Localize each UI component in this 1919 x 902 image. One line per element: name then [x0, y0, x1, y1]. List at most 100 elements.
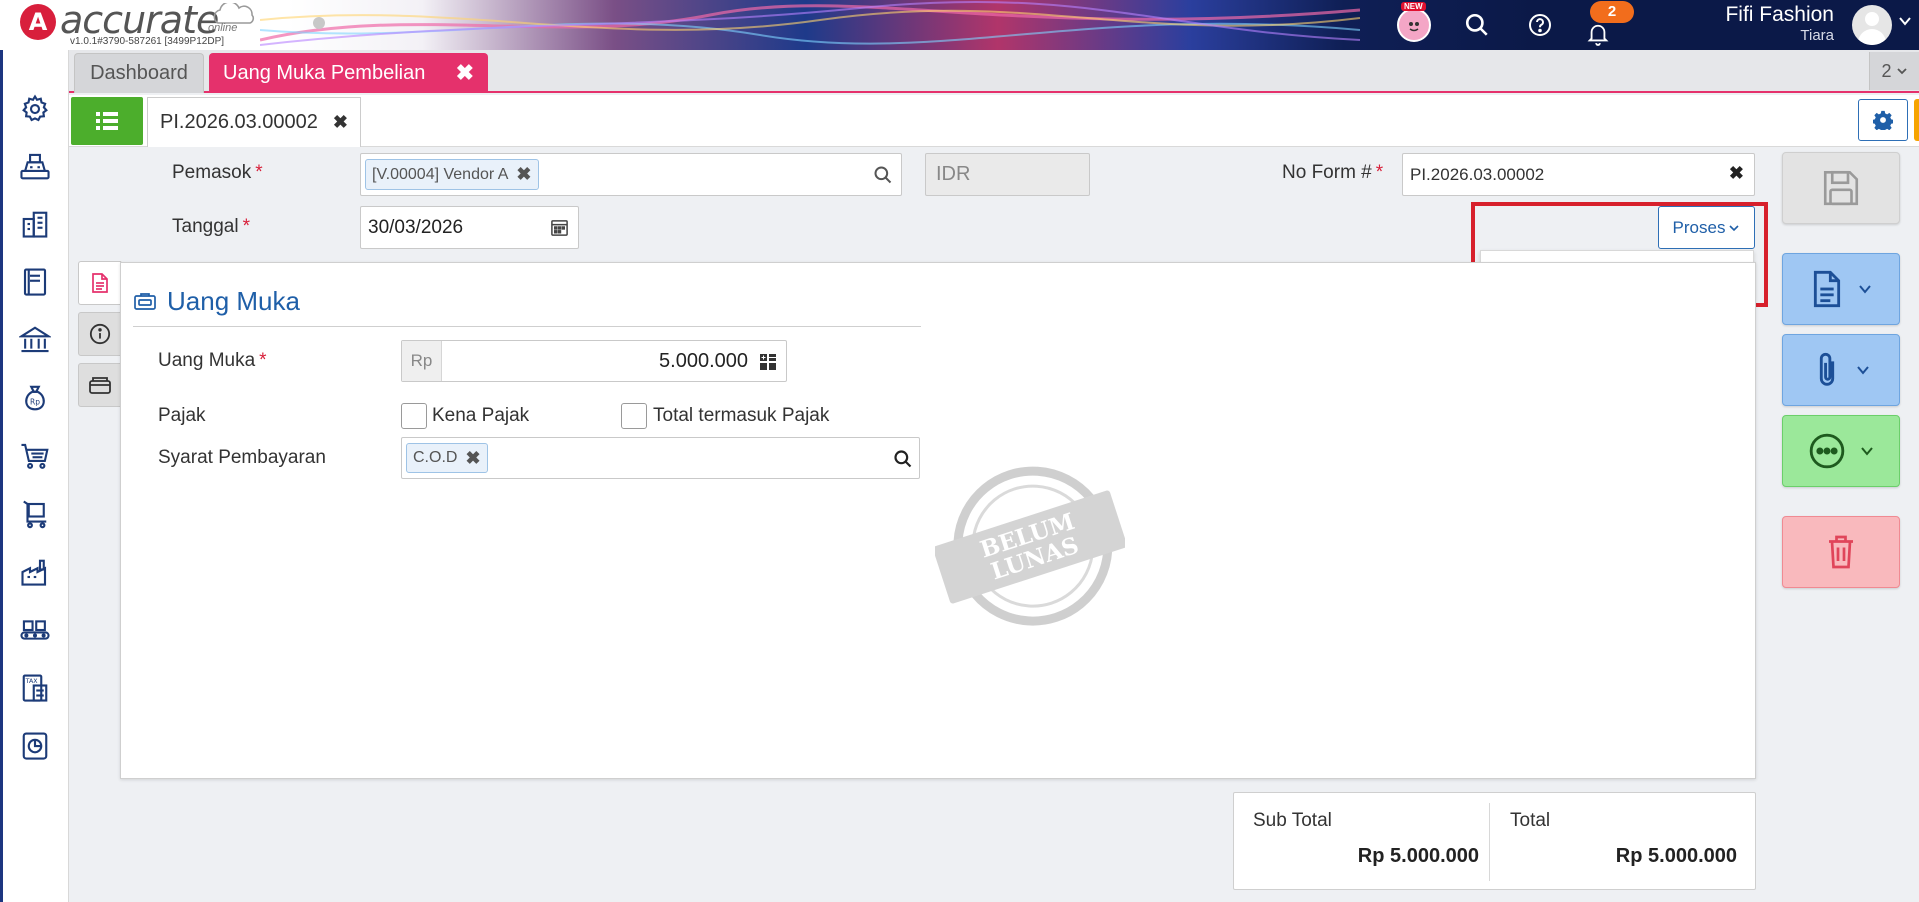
- list-view-button[interactable]: [71, 97, 143, 145]
- remove-syarat-icon[interactable]: ✖: [465, 448, 480, 469]
- app-name: accurate: [60, 0, 219, 42]
- gear-icon: [1873, 110, 1893, 130]
- document-icon: [92, 273, 108, 293]
- totals-divider: [1489, 803, 1490, 881]
- avatar[interactable]: [1852, 5, 1892, 45]
- currency-field: IDR: [925, 153, 1090, 196]
- tanggal-field[interactable]: 30/03/2026: [360, 206, 579, 249]
- tab-close-icon[interactable]: ✖: [456, 60, 474, 86]
- totals-panel: Sub Total Rp 5.000.000 Total Rp 5.000.00…: [1233, 792, 1756, 890]
- pemasok-field[interactable]: [V.00004] Vendor A ✖: [360, 153, 902, 196]
- accurate-logo-mark: A: [20, 4, 56, 40]
- factory-icon[interactable]: [17, 554, 53, 590]
- more-icon: [1809, 433, 1845, 469]
- no-form-label: No Form # *: [1282, 162, 1384, 183]
- svg-text:Rp: Rp: [30, 397, 40, 406]
- header-wave-decoration: [260, 0, 1360, 46]
- search-icon[interactable]: [893, 449, 913, 469]
- belum-lunas-stamp: BELUM LUNAS: [935, 466, 1125, 626]
- attachment-button[interactable]: [1782, 334, 1900, 406]
- pemasok-chip: [V.00004] Vendor A ✖: [365, 159, 539, 190]
- tab-document-details[interactable]: [78, 261, 122, 305]
- conveyor-icon[interactable]: [17, 612, 53, 648]
- tax-document-icon[interactable]: TAX: [17, 670, 53, 706]
- card-stack-icon: [89, 377, 111, 394]
- tips-button[interactable]: [1914, 99, 1919, 141]
- tab-active-label: Uang Muka Pembelian: [223, 61, 426, 84]
- total-termasuk-pajak-checkbox[interactable]: [621, 403, 647, 429]
- search-icon[interactable]: [1460, 8, 1494, 42]
- document-tab[interactable]: PI.2026.03.00002 ✖: [147, 97, 361, 147]
- settings-gear-icon[interactable]: [17, 91, 53, 127]
- total-label: Total: [1510, 810, 1551, 831]
- trash-icon: [1829, 535, 1853, 569]
- cart-box-icon[interactable]: [17, 496, 53, 532]
- section-divider: [133, 326, 921, 327]
- total-value: Rp 5.000.000: [1615, 845, 1737, 867]
- form-settings-button[interactable]: [1858, 99, 1908, 141]
- document-tab-label: PI.2026.03.00002: [160, 111, 318, 133]
- open-tabs-counter[interactable]: 2: [1869, 52, 1919, 90]
- info-icon: [89, 323, 111, 345]
- down-payment-icon: [134, 292, 156, 310]
- document-close-icon[interactable]: ✖: [333, 112, 348, 133]
- section-header: Uang Muka: [133, 286, 300, 317]
- save-button[interactable]: [1782, 152, 1900, 224]
- calendar-icon[interactable]: [550, 218, 569, 237]
- pajak-label: Pajak: [158, 405, 206, 426]
- total-termasuk-pajak-label: Total termasuk Pajak: [653, 405, 830, 426]
- chevron-down-icon: [1896, 68, 1907, 75]
- user-name: Tiara: [1800, 27, 1834, 44]
- delete-button[interactable]: [1782, 516, 1900, 588]
- kena-pajak-checkbox[interactable]: [401, 403, 427, 429]
- building-icon[interactable]: [17, 206, 53, 242]
- cash-register-icon[interactable]: [17, 148, 53, 184]
- currency-prefix: Rp: [402, 341, 442, 381]
- company-name[interactable]: Fifi Fashion: [1725, 3, 1834, 27]
- new-tag: NEW: [1401, 2, 1426, 11]
- tab-dashboard[interactable]: Dashboard: [74, 53, 204, 93]
- tab-uang-muka-pembelian[interactable]: Uang Muka Pembelian ✖: [209, 53, 488, 93]
- kena-pajak-label: Kena Pajak: [432, 405, 530, 426]
- print-document-button[interactable]: [1782, 253, 1900, 325]
- svg-text:TAX: TAX: [25, 678, 39, 685]
- new-feature-badge[interactable]: NEW: [1397, 2, 1431, 42]
- calculator-icon[interactable]: [759, 353, 777, 371]
- chevron-down-icon[interactable]: [1898, 14, 1912, 33]
- syarat-chip: C.O.D ✖: [406, 443, 488, 473]
- tab-bar: Dashboard Uang Muka Pembelian ✖ 2: [69, 50, 1919, 93]
- chevron-down-icon: [1861, 447, 1873, 456]
- tanggal-value: 30/03/2026: [368, 217, 464, 238]
- no-form-field[interactable]: PI.2026.03.00002 ✖: [1402, 153, 1755, 196]
- tab-payment[interactable]: [78, 363, 122, 407]
- chevron-down-icon: [1859, 285, 1871, 294]
- list-icon: [96, 112, 118, 130]
- remove-pemasok-icon[interactable]: ✖: [516, 164, 531, 185]
- syarat-pembayaran-label: Syarat Pembayaran: [158, 447, 326, 468]
- help-icon[interactable]: [1523, 8, 1557, 42]
- bank-icon[interactable]: [17, 322, 53, 358]
- shopping-cart-icon[interactable]: [17, 438, 53, 474]
- bell-icon[interactable]: [1583, 20, 1613, 48]
- search-icon[interactable]: [873, 165, 893, 185]
- pemasok-value: [V.00004] Vendor A: [372, 165, 509, 183]
- report-chart-icon[interactable]: [17, 728, 53, 764]
- uang-muka-label: Uang Muka *: [158, 350, 267, 371]
- paperclip-icon: [1819, 352, 1835, 386]
- uang-muka-value: 5.000.000: [659, 350, 748, 372]
- status-dot: [313, 17, 325, 29]
- clear-no-form-icon[interactable]: ✖: [1729, 163, 1744, 184]
- uang-muka-field[interactable]: Rp 5.000.000: [401, 340, 787, 382]
- version-text: v1.0.1#3790-587261 [3499P12DP]: [70, 36, 225, 47]
- document-icon: [1813, 270, 1841, 308]
- mascot-icon: [1397, 8, 1431, 42]
- syarat-pembayaran-field[interactable]: C.O.D ✖: [401, 437, 920, 479]
- ledger-book-icon[interactable]: [17, 264, 53, 300]
- money-bag-icon[interactable]: Rp: [17, 380, 53, 416]
- more-actions-button[interactable]: [1782, 415, 1900, 487]
- save-icon: [1823, 170, 1859, 206]
- tab-info[interactable]: [78, 312, 122, 356]
- pemasok-label: Pemasok *: [172, 162, 263, 183]
- tanggal-label: Tanggal *: [172, 216, 250, 237]
- sidebar-accent-strip: [0, 50, 3, 902]
